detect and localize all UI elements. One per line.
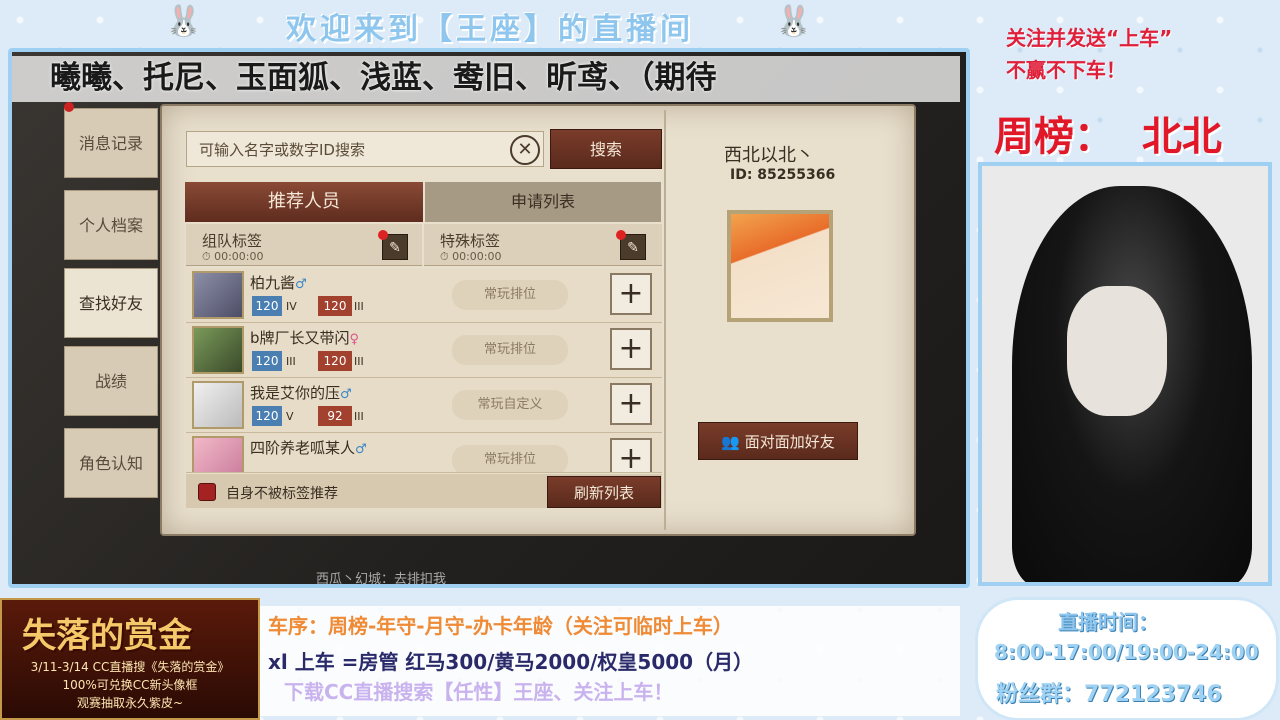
notification-dot [616, 230, 626, 240]
player-name: b牌厂长又带闪♀ [250, 329, 360, 347]
special-tag-title: 特殊标签 [440, 232, 501, 250]
user-id: ID: 85255366 [730, 167, 836, 183]
not-recommended-label: 自身不被标签推荐 [226, 486, 338, 502]
player-avatar[interactable] [192, 436, 244, 472]
player-row: 我是艾你的压♂ 120 V 92 III 常玩自定义 + [186, 378, 662, 433]
player-avatar[interactable] [192, 271, 244, 319]
bunny-icon: 🐰 [775, 4, 813, 39]
hunter-tier: III [354, 300, 364, 313]
schedule-cloud: 直播时间： 8:00-17:00/19:00-24:00 粉丝群：7721237… [978, 600, 1276, 718]
tab-recommended[interactable]: 推荐人员 [185, 182, 423, 222]
tab-find-friends[interactable]: 查找好友 [64, 268, 158, 338]
tab-character-knowledge[interactable]: 角色认知 [64, 428, 158, 498]
player-row: b牌厂长又带闪♀ 120 III 120 III 常玩排位 + [186, 323, 662, 378]
fan-group: 粉丝群：772123746 [996, 682, 1222, 707]
special-tag-timer: ⏱ 00:00:00 [440, 250, 502, 263]
hunter-tier: III [354, 355, 364, 368]
play-tag: 常玩排位 [452, 280, 568, 310]
player-avatar[interactable] [192, 326, 244, 374]
stream-welcome-title: 欢迎来到【王座】的直播间 [286, 12, 694, 47]
search-input[interactable]: 可输入名字或数字ID搜索 [186, 131, 544, 167]
schedule-title: 直播时间： [1058, 610, 1158, 634]
special-tag-header: 特殊标签 ⏱ 00:00:00 ✎ [424, 224, 662, 266]
player-row: 柏九酱♂ 120 IV 120 III 常玩排位 + [186, 268, 662, 323]
tab-label: 消息记录 [78, 134, 143, 153]
player-row: 四阶养老呱某人♂ 常玩排位 + [186, 433, 662, 473]
play-tag: 常玩排位 [452, 335, 568, 365]
tab-label: 战绩 [94, 372, 127, 391]
tab-profile[interactable]: 个人档案 [64, 190, 158, 260]
tab-requests[interactable]: 申请列表 [425, 182, 661, 222]
player-name: 柏九酱♂ [250, 274, 307, 292]
player-name: 四阶养老呱某人♂ [250, 439, 367, 457]
promo-banner[interactable]: 失落的赏金 3/11-3/14 CC直播搜《失落的赏金》 100%可兑换CC新头… [0, 598, 260, 720]
queue-order-text: 车序：周榜-年守-月守-办卡年龄（关注可临时上车） [268, 614, 733, 638]
panel-divider [664, 110, 666, 530]
tab-message-log[interactable]: 消息记录 [64, 108, 158, 178]
user-avatar[interactable] [727, 210, 833, 322]
survivor-level-badge: 120 [252, 296, 282, 316]
pricing-text: xl 上车 =房管 红马300/黄马2000/权皇5000（月） [268, 650, 754, 674]
player-name: 我是艾你的压♂ [250, 384, 352, 402]
survivor-tier: III [286, 355, 296, 368]
info-bar: 车序：周榜-年守-月守-办卡年龄（关注可临时上车） xl 上车 =房管 红马30… [260, 606, 960, 716]
hunter-level-badge: 92 [318, 406, 352, 426]
player-avatar[interactable] [192, 381, 244, 429]
add-friend-button[interactable]: + [610, 328, 652, 370]
follow-line2: 不赢不下车！ [1006, 58, 1126, 82]
team-tag-title: 组队标签 [202, 232, 263, 250]
notification-dot [378, 230, 388, 240]
tab-label: 角色认知 [78, 454, 143, 473]
survivor-tier: V [286, 410, 294, 423]
face-to-face-add-button[interactable]: 👥 面对面加好友 [698, 422, 858, 460]
download-hint-text: 下载CC直播搜索【任性】王座、关注上车！ [284, 680, 674, 704]
survivor-level-badge: 120 [252, 406, 282, 426]
not-recommended-checkbox[interactable] [198, 483, 216, 501]
add-friend-button[interactable]: + [610, 273, 652, 315]
hunter-level-badge: 120 [318, 296, 352, 316]
tab-label: 个人档案 [78, 216, 143, 235]
play-tag: 常玩自定义 [452, 390, 568, 420]
hunter-tier: III [354, 410, 364, 423]
game-chat-line: 西瓜丶幻城：去排扣我 [316, 572, 447, 587]
notification-dot [64, 102, 74, 112]
add-friend-button[interactable]: + [610, 438, 652, 472]
promo-line: 100%可兑换CC新头像框 [62, 678, 198, 692]
promo-line: 3/11-3/14 CC直播搜《失落的赏金》 [30, 660, 230, 674]
promo-title: 失落的赏金 [22, 616, 192, 656]
team-tag-header: 组队标签 ⏱ 00:00:00 ✎ [186, 224, 422, 266]
users-icon: 👥 [721, 433, 740, 451]
refresh-list-button[interactable]: 刷新列表 [547, 476, 661, 508]
play-tag: 常玩排位 [452, 445, 568, 472]
team-tag-timer: ⏱ 00:00:00 [202, 250, 264, 263]
bunny-icon: 🐰 [165, 4, 203, 39]
follow-line1: 关注并发送“上车” [1006, 26, 1173, 50]
skull-mask [1067, 286, 1167, 416]
tab-records[interactable]: 战绩 [64, 346, 158, 416]
clear-icon[interactable]: ✕ [510, 135, 540, 165]
promo-line: 观赛抽取永久紫皮~ [76, 696, 184, 710]
survivor-tier: IV [286, 300, 297, 313]
schedule-time: 8:00-17:00/19:00-24:00 [994, 640, 1259, 664]
add-friend-button[interactable]: + [610, 383, 652, 425]
survivor-level-badge: 120 [252, 351, 282, 371]
webcam-frame [978, 162, 1272, 586]
weekly-rank: 周榜： 北北 [994, 114, 1222, 160]
sponsor-marquee: 曦曦、托尼、玉面狐、浅蓝、鸯旧、昕鸢、（期待 [50, 60, 717, 96]
user-name: 西北以北丶 [724, 145, 814, 166]
search-button[interactable]: 搜索 [550, 129, 662, 169]
hunter-level-badge: 120 [318, 351, 352, 371]
tab-label: 查找好友 [78, 294, 143, 313]
